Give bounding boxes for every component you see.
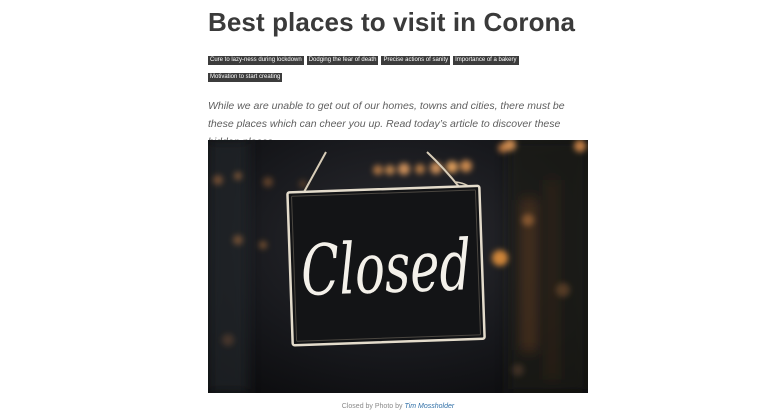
- tag-list: Cure to lazy-ness during lockdown Dodgin…: [208, 56, 588, 82]
- article-title: Best places to visit in Corona: [208, 7, 576, 37]
- closed-sign-photo: Closed: [208, 140, 588, 393]
- tag-dodging-fear[interactable]: Dodging the fear of death: [306, 56, 379, 65]
- tag-cure-to-lazyness[interactable]: Cure to lazy-ness during lockdown: [208, 56, 304, 65]
- photo-caption: Closed by Photo by Tim Mossholder: [208, 402, 588, 412]
- photo-author-link[interactable]: Tim Mossholder: [404, 403, 454, 410]
- caption-prefix: Closed by Photo by: [341, 403, 403, 410]
- article-page: Best places to visit in Corona Cure to l…: [0, 0, 780, 418]
- tag-importance-bakery[interactable]: Importance of a bakery: [453, 56, 519, 65]
- tag-precise-actions[interactable]: Precise actions of sanity: [381, 56, 451, 65]
- sign-closed-text: Closed: [300, 224, 473, 312]
- tag-motivation-creating[interactable]: Motivation to start creating: [208, 73, 283, 82]
